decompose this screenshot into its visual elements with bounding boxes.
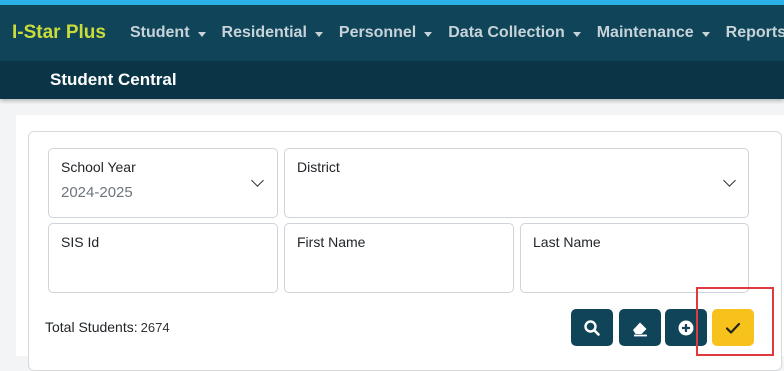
- eraser-icon: [633, 322, 647, 336]
- total-students-label: Total Students:: [45, 319, 138, 335]
- search-icon: [584, 319, 600, 336]
- brand-logo[interactable]: I-Star Plus: [12, 22, 106, 44]
- nav-reports[interactable]: Reports: [726, 24, 784, 42]
- plus-circle-icon: [678, 320, 694, 335]
- last-name-label: Last Name: [533, 234, 601, 250]
- nav-label: Personnel: [338, 24, 417, 41]
- chevron-down-icon: [251, 174, 264, 187]
- caret-down-icon: [424, 31, 433, 37]
- total-students-count: 2674: [140, 320, 170, 335]
- nav-maintenance[interactable]: Maintenance: [597, 24, 710, 42]
- first-name-label: First Name: [297, 234, 366, 250]
- nav-personnel[interactable]: Personnel: [338, 24, 433, 42]
- nav-data-collection[interactable]: Data Collection: [448, 24, 581, 42]
- first-name-field[interactable]: First Name: [284, 223, 514, 293]
- caret-down-icon: [701, 31, 710, 37]
- district-select[interactable]: District: [284, 148, 749, 218]
- nav-label: Data Collection: [448, 24, 565, 41]
- nav-student[interactable]: Student: [130, 24, 206, 42]
- search-button[interactable]: [571, 309, 613, 346]
- highlight-box: [696, 287, 774, 356]
- total-students: Total Students: 2674: [45, 319, 170, 335]
- sis-id-field[interactable]: SIS Id: [48, 223, 278, 293]
- sis-id-label: SIS Id: [61, 234, 100, 250]
- page-title: Student Central: [50, 70, 177, 89]
- nav-label: Maintenance: [596, 24, 694, 41]
- last-name-field[interactable]: Last Name: [520, 223, 749, 293]
- school-year-value: 2024-2025: [61, 184, 133, 201]
- chevron-down-icon: [723, 174, 736, 187]
- clear-button[interactable]: [619, 309, 661, 346]
- caret-down-icon: [197, 31, 206, 37]
- school-year-select[interactable]: School Year 2024-2025: [48, 148, 278, 218]
- caret-down-icon: [314, 31, 323, 37]
- nav-label: Student: [129, 24, 190, 41]
- nav-label: Reports: [725, 24, 784, 41]
- page-header-bar: Student Central: [0, 61, 784, 99]
- caret-down-icon: [572, 31, 581, 37]
- nav-label: Residential: [221, 24, 307, 41]
- main-navbar: I-Star Plus Student Residential Personne…: [0, 5, 784, 61]
- nav-residential[interactable]: Residential: [222, 24, 323, 42]
- district-label: District: [297, 159, 340, 175]
- school-year-label: School Year: [61, 159, 136, 175]
